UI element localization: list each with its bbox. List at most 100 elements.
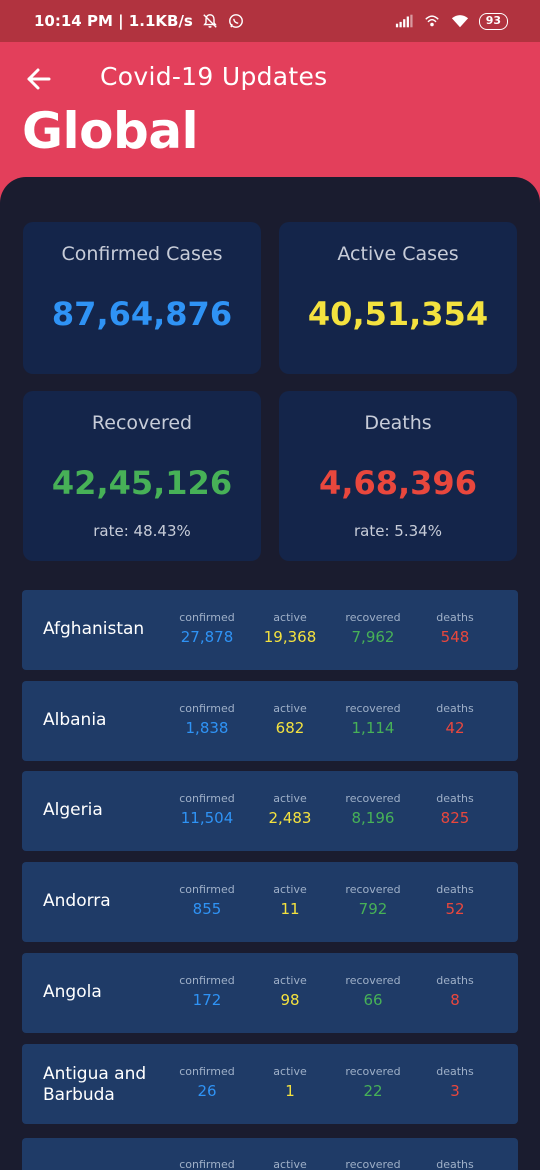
active-column-value: 1 <box>285 1082 295 1100</box>
status-right: 93 <box>395 12 508 30</box>
confirmed-column: confirmed 172 <box>167 974 247 1009</box>
country-name: Andorra <box>43 891 111 911</box>
active-value: 40,51,354 <box>307 295 489 333</box>
recovered-column-value: 792 <box>358 900 388 918</box>
whatsapp-icon <box>228 14 243 28</box>
recovered-column-label: recovered <box>345 974 401 987</box>
recovered-column-value: 1,114 <box>351 719 395 737</box>
hotspot-icon <box>424 15 439 27</box>
recovered-column: recovered 8,196 <box>333 792 413 827</box>
recovered-value: 42,45,126 <box>51 464 233 502</box>
deaths-column: deaths 42 <box>415 702 495 737</box>
recovered-column-label: recovered <box>345 1065 401 1078</box>
active-column: active <box>250 1158 330 1170</box>
active-column: active 2,483 <box>250 792 330 827</box>
confirmed-column-value: 855 <box>192 900 222 918</box>
confirmed-column-label: confirmed <box>179 702 235 715</box>
country-row-andorra[interactable]: Andorra confirmed 855 active 11 recovere… <box>22 862 518 942</box>
content-panel: Confirmed Cases 87,64,876 Active Cases 4… <box>0 177 540 1170</box>
deaths-column-label: deaths <box>436 883 474 896</box>
confirmed-column-value: 11,504 <box>180 809 234 827</box>
deaths-column-label: deaths <box>436 702 474 715</box>
recovered-rate: rate: 48.43% <box>93 522 191 540</box>
active-column-label: active <box>273 792 307 805</box>
country-name: Albania <box>43 710 107 730</box>
recovered-column-label: recovered <box>345 792 401 805</box>
back-arrow-icon[interactable] <box>26 66 52 92</box>
app-header: Covid-19 Updates Global <box>0 42 540 182</box>
page-title: Global <box>22 102 199 160</box>
active-column-value: 682 <box>275 719 305 737</box>
active-column: active 682 <box>250 702 330 737</box>
active-column: active 98 <box>250 974 330 1009</box>
recovered-column: recovered 792 <box>333 883 413 918</box>
country-row-algeria[interactable]: Algeria confirmed 11,504 active 2,483 re… <box>22 771 518 851</box>
deaths-column-label: deaths <box>436 792 474 805</box>
deaths-column-label: deaths <box>436 974 474 987</box>
active-column-label: active <box>273 883 307 896</box>
confirmed-column-value: 26 <box>197 1082 217 1100</box>
status-time-speed: 10:14 PM | 1.1KB/s <box>34 12 193 30</box>
deaths-rate: rate: 5.34% <box>354 522 442 540</box>
recovered-column: recovered 7,962 <box>333 611 413 646</box>
active-column-value: 98 <box>280 991 300 1009</box>
deaths-label: Deaths <box>364 412 432 434</box>
active-label: Active Cases <box>337 243 459 265</box>
country-row-antigua-and-barbuda[interactable]: Antigua and Barbuda confirmed 26 active … <box>22 1044 518 1124</box>
confirmed-column-label: confirmed <box>179 792 235 805</box>
active-column-value: 2,483 <box>268 809 312 827</box>
battery-indicator: 93 <box>478 12 508 30</box>
active-column: active 1 <box>250 1065 330 1100</box>
deaths-column: deaths 548 <box>415 611 495 646</box>
recovered-column-value: 22 <box>363 1082 383 1100</box>
deaths-column-label: deaths <box>436 1065 474 1078</box>
active-card: Active Cases 40,51,354 <box>279 222 517 374</box>
confirmed-column-label: confirmed <box>179 883 235 896</box>
confirmed-column-value: 27,878 <box>180 628 234 646</box>
recovered-column-label: recovered <box>345 1158 401 1170</box>
recovered-column-label: recovered <box>345 611 401 624</box>
confirmed-column-label: confirmed <box>179 1158 235 1170</box>
deaths-card: Deaths 4,68,396 rate: 5.34% <box>279 391 517 561</box>
deaths-column-value: 825 <box>440 809 470 827</box>
deaths-column-value: 8 <box>450 991 460 1009</box>
confirmed-column-value: 172 <box>192 991 222 1009</box>
deaths-column-value: 42 <box>445 719 465 737</box>
deaths-column: deaths <box>415 1158 495 1170</box>
deaths-column-label: deaths <box>436 611 474 624</box>
deaths-column-value: 52 <box>445 900 465 918</box>
notifications-off-icon <box>203 14 217 28</box>
country-name: Antigua and Barbuda <box>43 1064 147 1105</box>
recovered-column-label: recovered <box>345 702 401 715</box>
country-row-afghanistan[interactable]: Afghanistan confirmed 27,878 active 19,3… <box>22 590 518 670</box>
deaths-column-label: deaths <box>436 1158 474 1170</box>
country-name: Algeria <box>43 800 103 820</box>
confirmed-column: confirmed 27,878 <box>167 611 247 646</box>
recovered-column-label: recovered <box>345 883 401 896</box>
confirmed-column: confirmed <box>167 1158 247 1170</box>
deaths-column: deaths 3 <box>415 1065 495 1100</box>
status-left: 10:14 PM | 1.1KB/s <box>34 12 245 30</box>
deaths-value: 4,68,396 <box>319 464 477 502</box>
confirmed-value: 87,64,876 <box>51 295 233 333</box>
country-row-angola[interactable]: Angola confirmed 172 active 98 recovered… <box>22 953 518 1033</box>
confirmed-column-label: confirmed <box>179 1065 235 1078</box>
active-column-label: active <box>273 702 307 715</box>
country-row-partial[interactable]: confirmed active recovered deaths <box>22 1138 518 1170</box>
active-column: active 11 <box>250 883 330 918</box>
recovered-column-value: 7,962 <box>351 628 395 646</box>
active-column: active 19,368 <box>250 611 330 646</box>
deaths-column: deaths 8 <box>415 974 495 1009</box>
country-name: Angola <box>43 982 102 1002</box>
recovered-column: recovered 66 <box>333 974 413 1009</box>
confirmed-column: confirmed 26 <box>167 1065 247 1100</box>
recovered-column-value: 8,196 <box>351 809 395 827</box>
active-column-label: active <box>273 1065 307 1078</box>
confirmed-column-value: 1,838 <box>185 719 229 737</box>
recovered-column: recovered 1,114 <box>333 702 413 737</box>
recovered-column-value: 66 <box>363 991 383 1009</box>
deaths-column: deaths 52 <box>415 883 495 918</box>
status-bar: 10:14 PM | 1.1KB/s 93 <box>0 0 540 42</box>
country-row-albania[interactable]: Albania confirmed 1,838 active 682 recov… <box>22 681 518 761</box>
confirmed-column: confirmed 1,838 <box>167 702 247 737</box>
